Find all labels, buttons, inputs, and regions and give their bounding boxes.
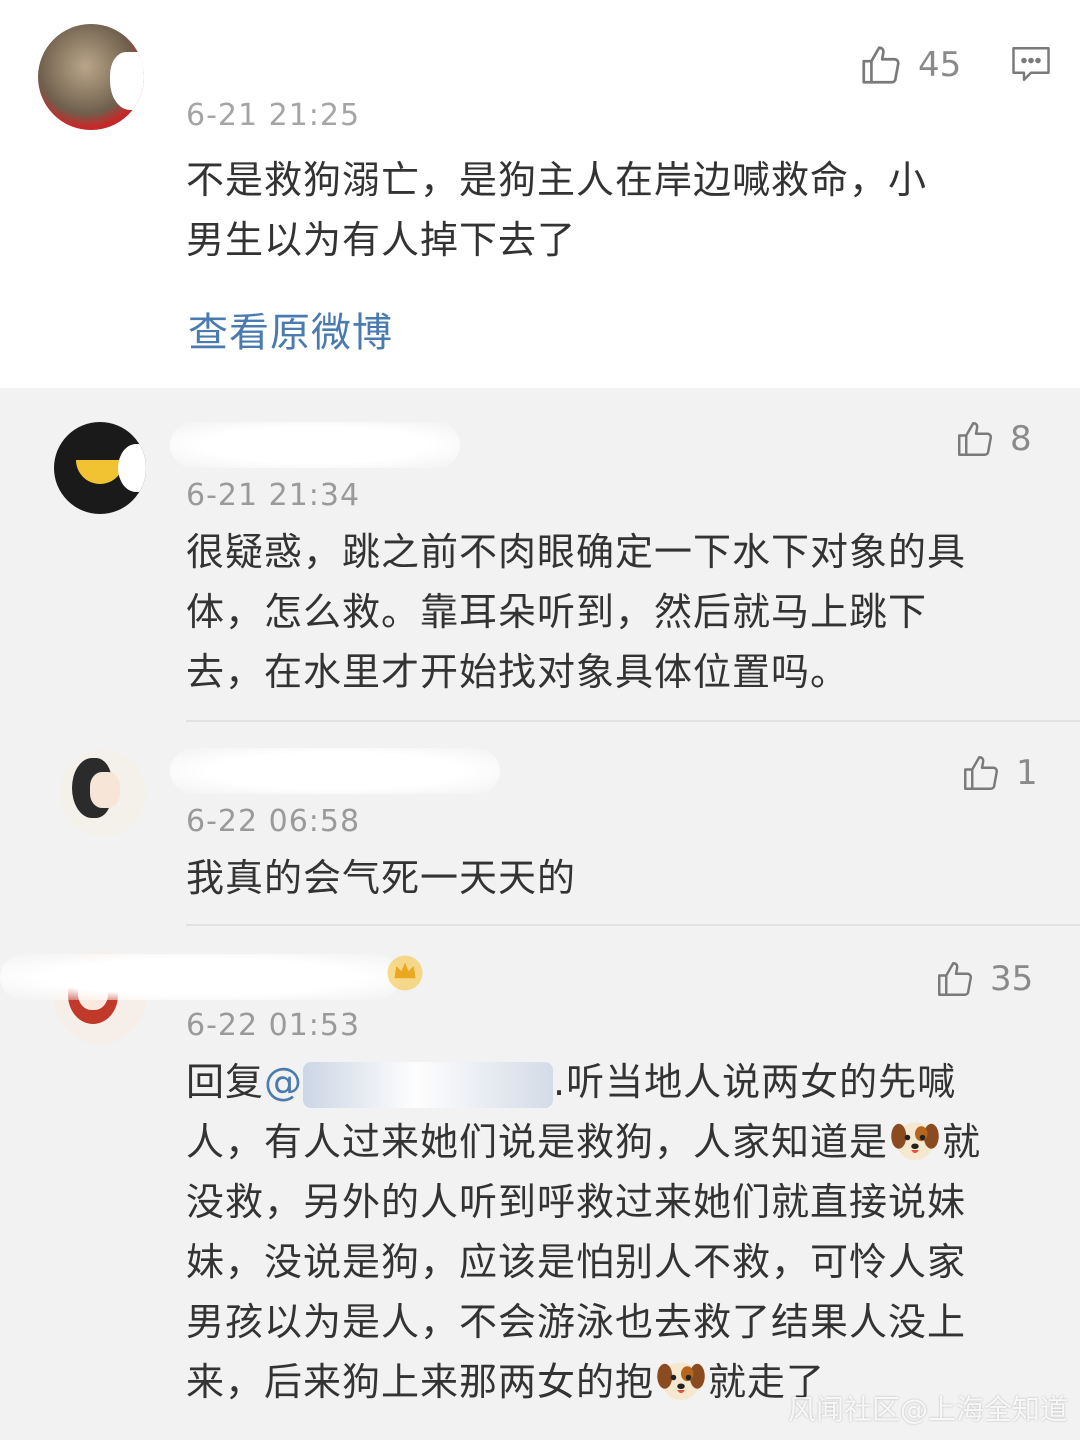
badge-icon: [387, 955, 423, 991]
reply-text-line: 人，有人过来她们说是救狗，人家知道是 就: [186, 1112, 981, 1172]
avatar[interactable]: [38, 24, 144, 130]
reply-text-line: 很疑惑，跳之前不肉眼确定一下水下对象的具: [186, 530, 967, 574]
reply-text-line: 我真的会气死一天天的: [186, 856, 577, 900]
avatar-detail: [76, 460, 124, 484]
reply-text-line: 回复@ .听当地人说两女的先喊: [186, 1052, 956, 1112]
reply-text-line: 去，在水里才开始找对象具体位置吗。: [186, 650, 850, 694]
thumbs-up-icon: [964, 756, 998, 790]
reply-text-line: 体，怎么救。靠耳朵听到，然后就马上跳下: [186, 590, 928, 634]
reply-text-line: 男孩以为是人，不会游泳也去救了结果人没上: [186, 1300, 967, 1344]
reply-timestamp: 6-21 21:34: [186, 478, 361, 513]
reply-text-segment: 人，有人过来她们说是救狗，人家知道是: [186, 1120, 889, 1164]
comment-text-line: 不是救狗溺亡，是狗主人在岸边喊救命，小: [186, 158, 928, 202]
comment-icon[interactable]: [1010, 44, 1052, 84]
mention-name-blurred: [303, 1061, 554, 1108]
mention-link[interactable]: @: [264, 1060, 554, 1108]
reply-timestamp: 6-22 01:53: [186, 1008, 361, 1043]
reply-text-line: 来，后来狗上来那两女的抱 就走了: [186, 1352, 825, 1412]
view-original-link[interactable]: 查看原微博: [188, 300, 393, 358]
dog-emoji-icon: [657, 1362, 705, 1400]
reply-text-line: 没救，另外的人听到呼救过来她们就直接说妹: [186, 1180, 967, 1224]
like-button[interactable]: 1: [960, 752, 1038, 794]
divider: [186, 720, 1080, 722]
avatar-detail: [90, 772, 120, 808]
like-count: 35: [990, 959, 1034, 999]
reply-text-segment: 就: [942, 1120, 982, 1164]
reply-text-line: 妹，没说是狗，应该是怕别人不救，可怜人家: [186, 1240, 967, 1284]
reply-timestamp: 6-22 06:58: [186, 804, 361, 839]
like-count: 1: [1016, 753, 1038, 793]
username-blurred[interactable]: [170, 748, 500, 794]
like-count: 45: [918, 45, 962, 85]
avatar-blur: [118, 444, 146, 492]
replies-list: 6-21 21:34 8 很疑惑，跳之前不肉眼确定一下水下对象的具 体，怎么救。…: [0, 388, 1080, 1440]
dog-emoji-icon: [891, 1122, 939, 1160]
thumbs-up-icon: [938, 962, 972, 996]
mention-at: @: [264, 1060, 304, 1104]
avatar[interactable]: [60, 750, 146, 836]
comment-timestamp: 6-21 21:25: [186, 98, 361, 128]
main-comment: 6-21 21:25 45 不是救狗溺亡，是狗主人在岸边喊救命，小 男生以为有人…: [0, 0, 1080, 388]
thumbs-up-icon: [862, 46, 900, 84]
like-count: 8: [1010, 419, 1032, 459]
username-blurred[interactable]: [140, 36, 400, 82]
thumbs-up-icon: [958, 422, 992, 456]
username-blurred[interactable]: [0, 954, 400, 1000]
watermark: 风闻社区@上海全知道: [787, 1393, 1068, 1426]
comment-text-line: 男生以为有人掉下去了: [186, 218, 577, 262]
reply-text-segment: .听当地人说两女的先喊: [553, 1060, 957, 1104]
username-blurred[interactable]: [170, 422, 460, 468]
divider: [186, 924, 1080, 926]
avatar-blur: [110, 52, 144, 110]
like-button[interactable]: 8: [954, 418, 1032, 460]
like-button[interactable]: 45: [858, 42, 961, 88]
avatar[interactable]: [54, 422, 146, 514]
like-button[interactable]: 35: [934, 958, 1033, 1000]
reply-text-segment: 来，后来狗上来那两女的抱: [186, 1360, 655, 1404]
reply-prefix: 回复: [186, 1060, 265, 1104]
